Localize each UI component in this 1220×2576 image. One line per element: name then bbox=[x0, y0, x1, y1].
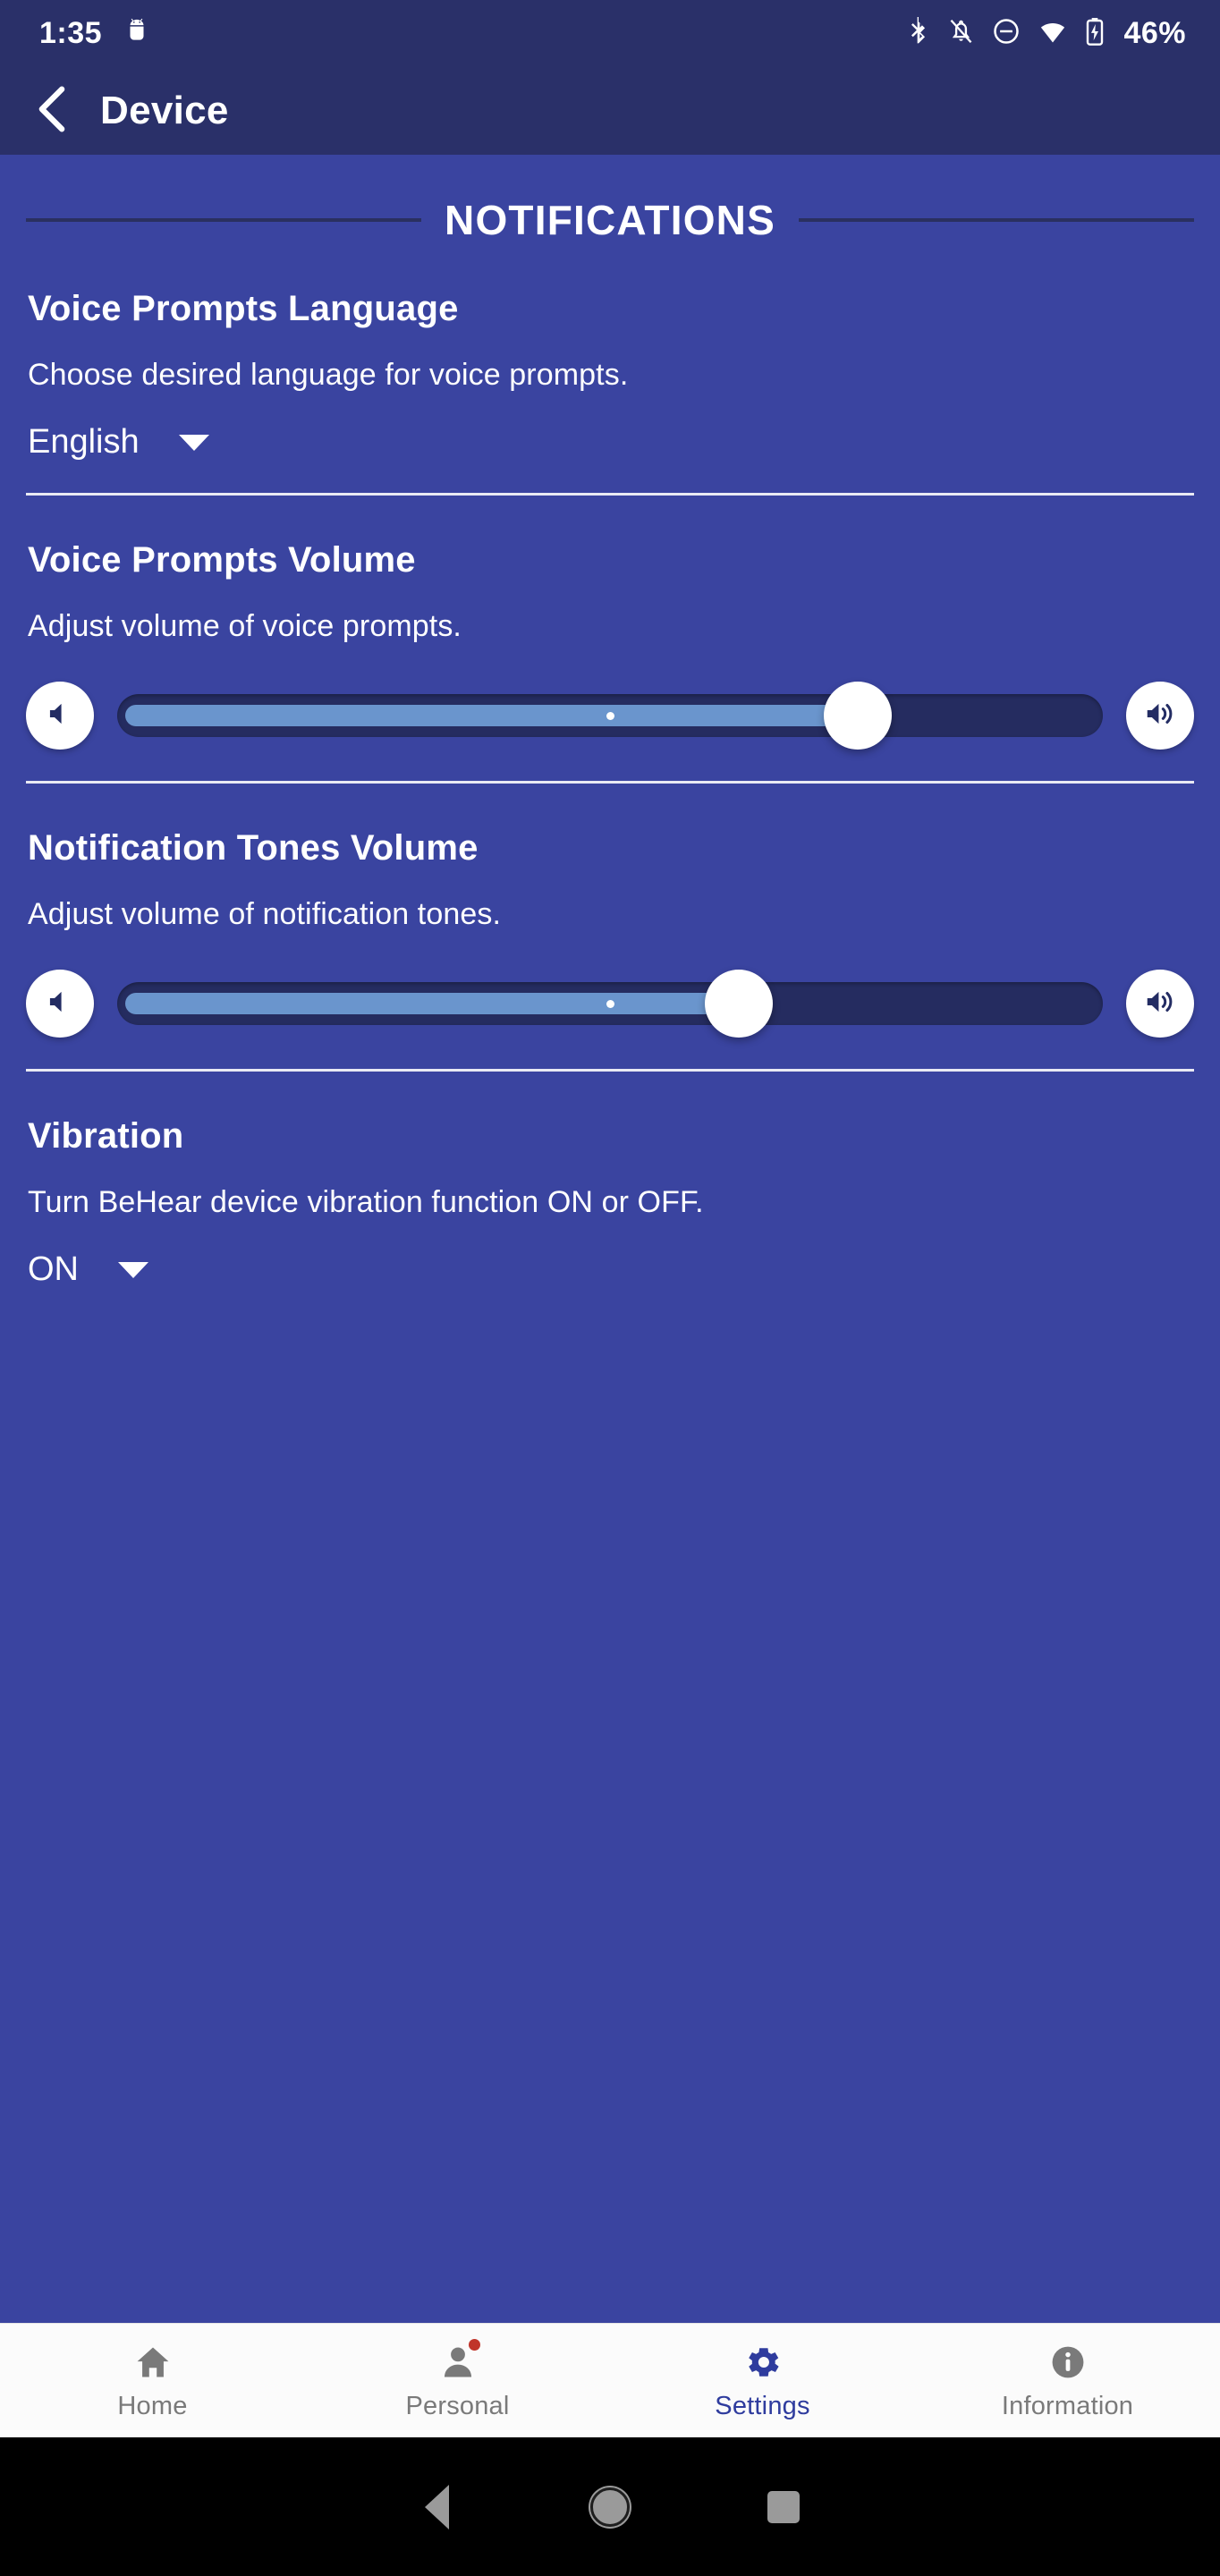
setting-voice-prompts-volume: Voice Prompts Volume Adjust volume of vo… bbox=[26, 496, 1194, 784]
setting-title: Voice Prompts Language bbox=[28, 289, 459, 328]
triangle-back-icon bbox=[424, 2484, 449, 2529]
notifications-muted-icon bbox=[949, 18, 973, 49]
setting-voice-prompts-language: Voice Prompts Language Choose desired la… bbox=[26, 244, 1194, 496]
volume-down-button[interactable] bbox=[26, 970, 94, 1038]
system-back-button[interactable] bbox=[350, 2484, 523, 2529]
notification-tones-volume-slider[interactable] bbox=[117, 970, 1103, 1038]
vibration-dropdown[interactable]: ON bbox=[26, 1250, 148, 1289]
slider-fill bbox=[125, 993, 739, 1014]
volume-low-icon bbox=[43, 985, 77, 1023]
system-home-button[interactable] bbox=[523, 2487, 697, 2527]
setting-title: Notification Tones Volume bbox=[28, 828, 479, 868]
wifi-icon bbox=[1039, 18, 1066, 49]
section-divider-left bbox=[26, 218, 422, 222]
slider-midpoint-tick bbox=[606, 712, 614, 720]
chevron-left-icon bbox=[33, 86, 71, 137]
language-dropdown[interactable]: English bbox=[26, 423, 209, 462]
bluetooth-icon bbox=[908, 17, 929, 50]
battery-charging-icon bbox=[1086, 17, 1104, 50]
setting-title: Vibration bbox=[28, 1116, 184, 1156]
nav-item-home[interactable]: Home bbox=[0, 2341, 305, 2421]
section-header-notifications: NOTIFICATIONS bbox=[26, 155, 1195, 244]
back-button[interactable] bbox=[27, 86, 77, 136]
settings-content: NOTIFICATIONS Voice Prompts Language Cho… bbox=[0, 155, 1220, 2323]
notification-badge bbox=[468, 2338, 480, 2351]
battery-percent: 46% bbox=[1123, 16, 1186, 50]
volume-high-icon bbox=[1143, 985, 1177, 1023]
language-dropdown-value: English bbox=[28, 423, 140, 461]
nav-item-settings[interactable]: Settings bbox=[610, 2341, 915, 2421]
nav-label: Information bbox=[1001, 2391, 1134, 2420]
volume-up-button[interactable] bbox=[1126, 970, 1194, 1038]
app-bar: Device bbox=[0, 67, 1220, 155]
vibration-dropdown-value: ON bbox=[28, 1250, 79, 1288]
notification-tones-volume-slider-row bbox=[26, 970, 1194, 1038]
home-icon bbox=[131, 2341, 174, 2384]
setting-notification-tones-volume: Notification Tones Volume Adjust volume … bbox=[26, 784, 1194, 1072]
voice-prompts-volume-slider-row bbox=[26, 682, 1194, 750]
nav-label: Settings bbox=[715, 2391, 810, 2420]
setting-title: Voice Prompts Volume bbox=[28, 540, 416, 580]
volume-down-button[interactable] bbox=[26, 682, 94, 750]
chevron-down-icon bbox=[178, 434, 209, 451]
setting-vibration: Vibration Turn BeHear device vibration f… bbox=[26, 1072, 1194, 1289]
android-debug-icon bbox=[125, 18, 148, 49]
gear-icon bbox=[741, 2341, 784, 2384]
slider-thumb[interactable] bbox=[824, 682, 893, 750]
circle-home-icon bbox=[590, 2487, 630, 2527]
system-recents-button[interactable] bbox=[697, 2490, 870, 2523]
bottom-navigation: Home Personal Settings Information bbox=[0, 2323, 1220, 2437]
section-divider-right bbox=[798, 218, 1195, 222]
slider-fill bbox=[125, 705, 859, 726]
setting-description: Adjust volume of notification tones. bbox=[28, 897, 502, 931]
nav-item-personal[interactable]: Personal bbox=[305, 2338, 610, 2421]
status-bar-left: 1:35 bbox=[39, 16, 148, 51]
do-not-disturb-icon bbox=[993, 18, 1020, 49]
page-title: Device bbox=[100, 89, 229, 132]
slider-midpoint-tick bbox=[606, 1000, 614, 1008]
status-bar-right: 46% bbox=[908, 16, 1186, 51]
square-recents-icon bbox=[767, 2490, 800, 2523]
android-system-nav bbox=[0, 2437, 1220, 2576]
setting-description: Adjust volume of voice prompts. bbox=[28, 609, 462, 643]
nav-item-information[interactable]: Information bbox=[915, 2341, 1220, 2421]
nav-label: Personal bbox=[405, 2391, 510, 2420]
voice-prompts-volume-slider[interactable] bbox=[117, 682, 1103, 750]
volume-high-icon bbox=[1143, 697, 1177, 735]
nav-label: Home bbox=[117, 2391, 188, 2420]
status-bar: 1:35 46% bbox=[0, 0, 1220, 67]
volume-up-button[interactable] bbox=[1126, 682, 1194, 750]
setting-description: Choose desired language for voice prompt… bbox=[28, 358, 629, 392]
chevron-down-icon bbox=[118, 1261, 148, 1278]
phone-screen: 1:35 46% Device NOTIFICATIONS Voice Prom… bbox=[0, 0, 1220, 2576]
volume-low-icon bbox=[43, 697, 77, 735]
section-header-label: NOTIFICATIONS bbox=[445, 197, 775, 243]
person-icon bbox=[436, 2338, 480, 2384]
info-circle-icon bbox=[1046, 2341, 1089, 2384]
status-time: 1:35 bbox=[39, 16, 103, 50]
setting-description: Turn BeHear device vibration function ON… bbox=[28, 1185, 704, 1219]
slider-thumb[interactable] bbox=[704, 970, 773, 1038]
